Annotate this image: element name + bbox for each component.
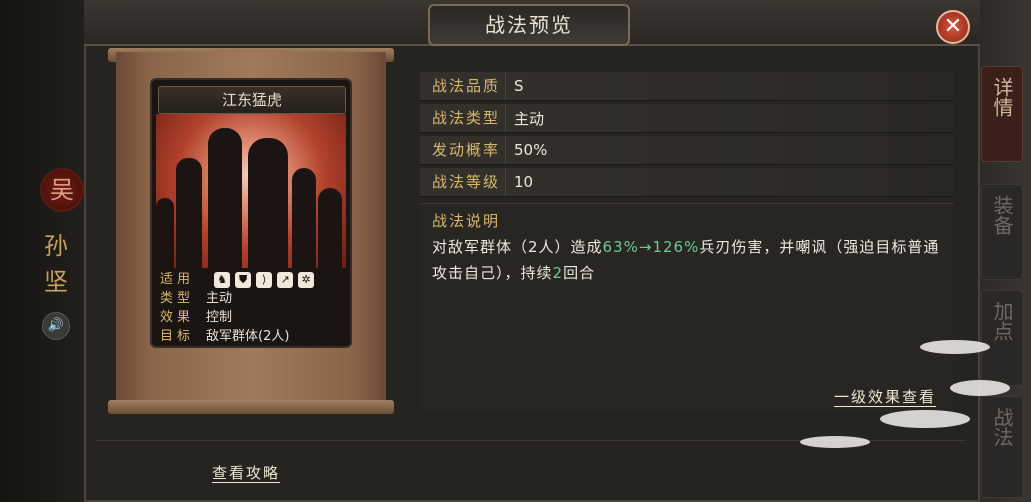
quality-label: 战法品质 <box>420 72 506 100</box>
soldier-silhouette <box>318 188 342 268</box>
scroll-rod-bottom <box>108 400 394 414</box>
ink-cloud-decoration <box>800 436 870 448</box>
description-title: 战法说明 <box>432 212 501 230</box>
attribute-row-quality: 战法品质 S <box>420 72 954 101</box>
faction-emblem: 吴 <box>40 168 84 212</box>
tab-points[interactable]: 加点 <box>981 290 1023 386</box>
ink-cloud-decoration <box>920 340 990 354</box>
description-part-1: 对敌军群体（2人）造成 <box>432 238 603 256</box>
soldier-silhouette <box>156 198 174 268</box>
soldier-silhouette <box>208 128 242 268</box>
probability-value: 50% <box>514 141 548 159</box>
close-button[interactable]: ✕ <box>936 10 970 44</box>
tactic-name: 江东猛虎 <box>158 86 346 114</box>
quality-value: S <box>514 77 524 95</box>
close-icon: ✕ <box>943 14 963 39</box>
type-value: 主动 <box>206 291 233 306</box>
dialog-title: 战法预览 <box>428 4 630 46</box>
tab-details[interactable]: 详情 <box>981 66 1023 162</box>
suitable-troop-icons: ♞ ⛊ ⟩ ↗ ✲ <box>214 270 319 289</box>
tactic-artwork <box>156 114 346 268</box>
description-text: 对敌军群体（2人）造成63%→126%兵刃伤害，并嘲讽（强迫目标普通攻击自己），… <box>432 234 952 286</box>
effect-label: 效果 <box>160 310 195 325</box>
general-name-char-2: 坚 <box>44 268 68 296</box>
tactic-card-info: 适用 ♞ ⛊ ⟩ ↗ ✲ 类型 主动 效果 控制 目标 敌军群体(2人) <box>156 270 346 346</box>
tactic-type-label: 战法类型 <box>420 104 506 132</box>
siege-icon: ✲ <box>298 271 315 288</box>
tactic-attributes: 战法品质 S 战法类型 主动 发动概率 50% 战法等级 10 <box>420 72 954 200</box>
tactic-type-value: 主动 <box>514 109 545 128</box>
target-value: 敌军群体(2人) <box>206 329 290 344</box>
damage-range: 63%→126% <box>602 238 700 256</box>
level-value: 10 <box>514 173 534 191</box>
soldier-silhouette <box>292 168 316 268</box>
tactic-description-box: 战法说明 对敌军群体（2人）造成63%→126%兵刃伤害，并嘲讽（强迫目标普通攻… <box>420 203 954 412</box>
speaker-icon[interactable]: 🔊 <box>42 312 70 340</box>
description-part-3: 回合 <box>563 264 596 282</box>
soldier-silhouette <box>176 158 202 268</box>
shield-icon: ⛊ <box>235 271 252 288</box>
level-label: 战法等级 <box>420 168 506 196</box>
bow-icon: ⟩ <box>256 271 273 288</box>
ink-cloud-decoration <box>950 380 1010 396</box>
tab-tactics[interactable]: 战法 <box>981 396 1023 498</box>
attribute-row-probability: 发动概率 50% <box>420 136 954 165</box>
probability-label: 发动概率 <box>420 136 506 164</box>
tactic-card: 江东猛虎 适用 ♞ ⛊ ⟩ ↗ ✲ 类型 主动 效果 控制 目标 敌军群体(2人) <box>150 78 352 348</box>
type-label: 类型 <box>160 291 195 306</box>
ink-cloud-decoration <box>880 410 970 428</box>
target-label: 目标 <box>160 329 195 344</box>
effect-value: 控制 <box>206 310 233 325</box>
attribute-row-level: 战法等级 10 <box>420 168 954 197</box>
view-guide-link[interactable]: 查看攻略 <box>212 462 280 483</box>
attribute-row-type: 战法类型 主动 <box>420 104 954 133</box>
level-one-effect-link[interactable]: 一级效果查看 <box>834 386 936 407</box>
suitable-label: 适用 <box>160 272 195 287</box>
general-name-char-1: 孙 <box>44 232 68 260</box>
tab-equipment[interactable]: 装备 <box>981 184 1023 280</box>
soldier-silhouette <box>248 138 288 268</box>
duration-value: 2 <box>552 264 564 282</box>
spear-icon: ↗ <box>277 271 294 288</box>
cavalry-icon: ♞ <box>214 271 231 288</box>
